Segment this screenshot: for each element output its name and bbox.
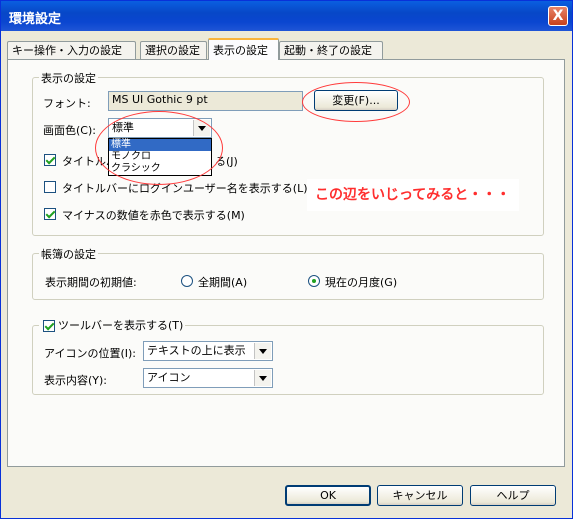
- radio-current-month-label: 現在の月度(G): [325, 276, 398, 289]
- font-field: MS UI Gothic 9 pt: [108, 91, 303, 111]
- tab-startup[interactable]: 起動・終了の設定: [279, 41, 383, 59]
- icon-position-value: テキストの上に表示: [147, 344, 246, 357]
- font-label: フォント:: [43, 97, 91, 110]
- tab-selection[interactable]: 選択の設定: [140, 41, 207, 59]
- color-option-mono[interactable]: モノクロ: [109, 151, 211, 163]
- toolbar-show-label: ツールバーを表示する(T): [39, 317, 186, 333]
- toolbar-show-check[interactable]: [43, 320, 55, 332]
- screen-color-value: 標準: [112, 121, 134, 134]
- negative-red-label: マイナスの数値を赤色で表示する(M): [62, 209, 245, 222]
- tab-display[interactable]: 表示の設定: [208, 38, 279, 60]
- screen-color-select[interactable]: 標準: [108, 118, 212, 138]
- chevron-down-icon[interactable]: [193, 120, 210, 136]
- display-content-value: アイコン: [147, 371, 191, 384]
- titlebar-username-label: タイトルバーにログインユーザー名を表示する(L): [62, 182, 308, 195]
- titlebar-username-check[interactable]: [44, 181, 56, 193]
- close-icon: X: [552, 8, 564, 24]
- display-group-label: 表示の設定: [39, 70, 98, 86]
- chevron-down-icon[interactable]: [254, 343, 271, 359]
- icon-position-label: アイコンの位置(I):: [44, 347, 136, 360]
- ok-button[interactable]: OK: [285, 485, 371, 506]
- titlebar-check1[interactable]: [44, 154, 56, 166]
- display-content-label: 表示内容(Y):: [44, 374, 108, 387]
- icon-position-select[interactable]: テキストの上に表示: [143, 341, 273, 361]
- tab-key-input[interactable]: キー操作・入力の設定: [7, 41, 136, 59]
- display-content-select[interactable]: アイコン: [143, 368, 273, 388]
- radio-all-period[interactable]: [181, 275, 193, 287]
- screen-color-dropdown[interactable]: 標準 モノクロ クラシック: [108, 138, 212, 176]
- settings-dialog: 環境設定 X キー操作・入力の設定 選択の設定 表示の設定 起動・終了の設定 表…: [0, 0, 573, 519]
- help-button[interactable]: ヘルプ: [470, 485, 556, 506]
- negative-red-check[interactable]: [44, 208, 56, 220]
- change-font-button[interactable]: 変更(F)...: [314, 90, 398, 111]
- title-bar[interactable]: 環境設定 X: [1, 1, 572, 31]
- ledger-group-label: 帳簿の設定: [39, 246, 98, 262]
- window-title: 環境設定: [9, 12, 62, 27]
- close-button[interactable]: X: [548, 6, 568, 26]
- titlebar-check1-suffix: る(J): [215, 155, 238, 168]
- annotation-callout: この辺をいじってみると・・・: [307, 179, 519, 211]
- period-label: 表示期間の初期値:: [45, 276, 137, 289]
- chevron-down-icon[interactable]: [254, 370, 271, 386]
- color-option-standard[interactable]: 標準: [109, 139, 211, 151]
- cancel-button[interactable]: キャンセル: [377, 485, 463, 506]
- radio-all-period-label: 全期間(A): [198, 276, 248, 289]
- color-option-classic[interactable]: クラシック: [109, 163, 211, 175]
- screen-color-label: 画面色(C):: [43, 124, 96, 137]
- radio-current-month[interactable]: [308, 275, 320, 287]
